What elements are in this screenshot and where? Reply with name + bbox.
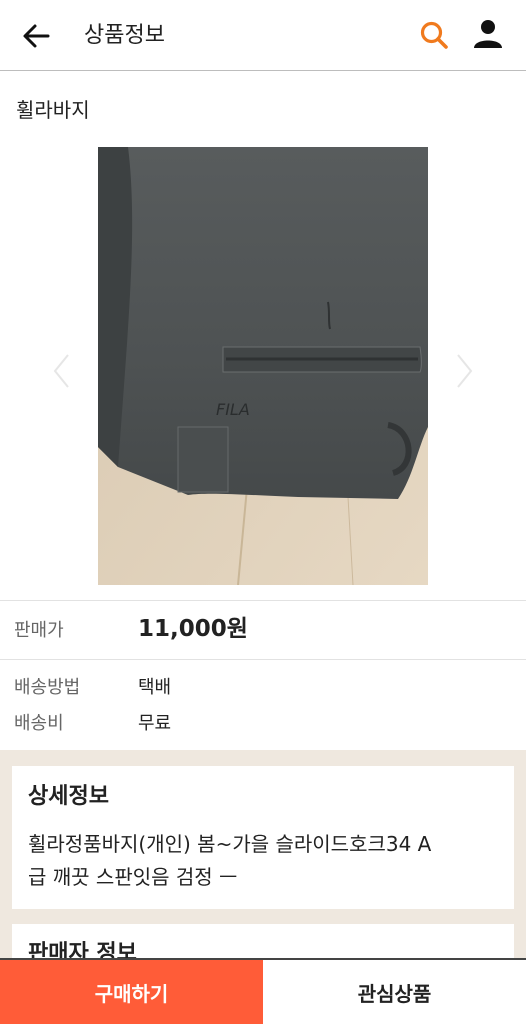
- wishlist-button[interactable]: 관심상품: [263, 960, 526, 1024]
- detail-description: 휠라정품바지(개인) 봄~가을 슬라이드호크34 A 급 깨끗 스판잇음 검정 …: [28, 828, 498, 894]
- next-image-arrow-icon[interactable]: [452, 351, 476, 391]
- shipping-method-label: 배송방법: [14, 677, 81, 698]
- svg-text:FILA: FILA: [216, 400, 250, 419]
- detail-title: 상세정보: [28, 784, 109, 809]
- user-account-icon[interactable]: [472, 18, 504, 50]
- buy-button[interactable]: 구매하기: [0, 960, 263, 1024]
- product-info-panel: 휠라바지 FILA 판매가 11,000원 배송방법 택배 배송비 무료: [0, 71, 526, 750]
- detail-card: 상세정보 휠라정품바지(개인) 봄~가을 슬라이드호크34 A 급 깨끗 스판잇…: [12, 766, 514, 909]
- detail-text-line: 휠라정품바지(개인) 봄~가을 슬라이드호크34 A: [28, 832, 432, 856]
- product-image-carousel[interactable]: FILA: [98, 147, 428, 585]
- product-name: 휠라바지: [16, 98, 90, 122]
- product-photo: FILA: [98, 147, 428, 585]
- shipping-fee-value: 무료: [138, 713, 172, 734]
- page-title: 상품정보: [84, 23, 165, 48]
- price-label: 판매가: [14, 620, 64, 641]
- divider: [0, 600, 526, 601]
- bottom-action-bar: 구매하기 관심상품: [0, 958, 526, 1024]
- divider: [0, 659, 526, 660]
- shipping-method-value: 택배: [138, 677, 172, 698]
- back-arrow-icon[interactable]: [20, 20, 52, 52]
- price-value: 11,000원: [138, 616, 248, 642]
- search-icon[interactable]: [419, 20, 449, 50]
- previous-image-arrow-icon[interactable]: [50, 351, 74, 391]
- detail-text-line: 급 깨끗 스판잇음 검정 ㅡ: [28, 865, 238, 889]
- top-app-bar: 상품정보: [0, 0, 526, 71]
- shipping-fee-label: 배송비: [14, 713, 64, 734]
